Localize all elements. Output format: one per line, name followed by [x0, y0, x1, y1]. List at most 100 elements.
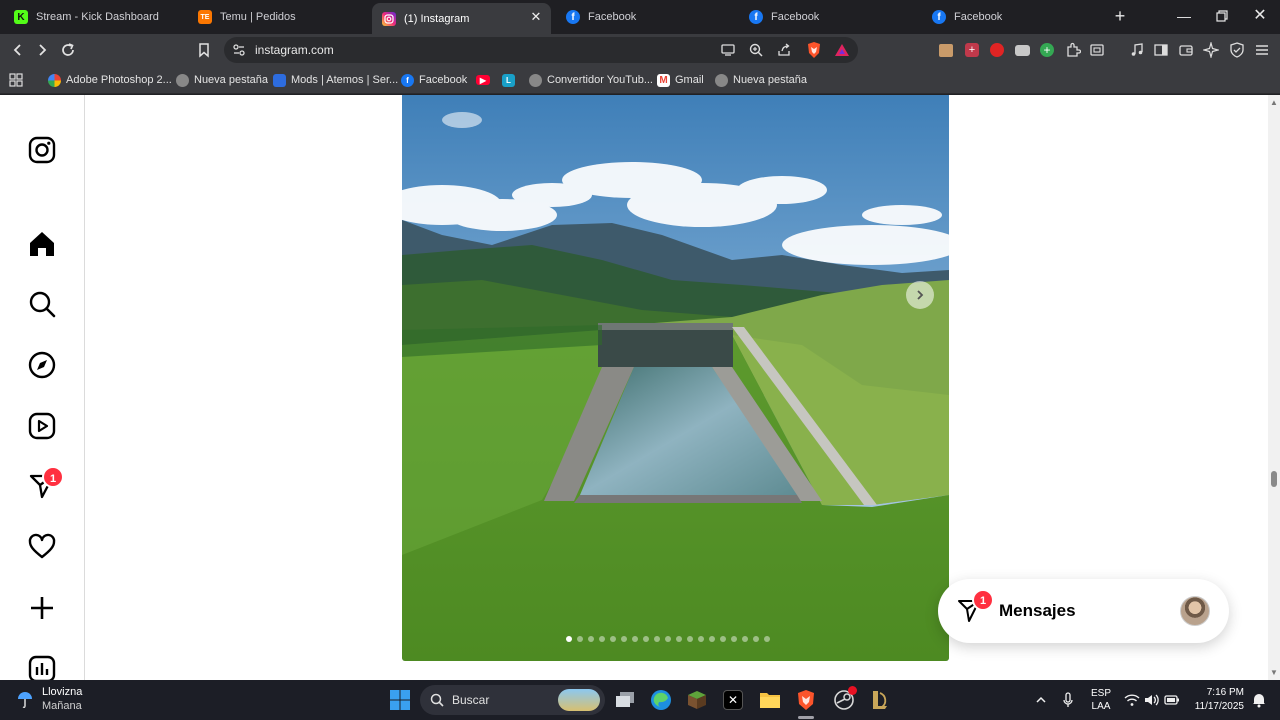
bookmark-photoshop[interactable]: Adobe Photoshop 2... [48, 72, 172, 88]
browser-toolbar: instagram.com + + [0, 34, 1280, 66]
carousel-dot [577, 636, 583, 642]
system-clock[interactable]: 7:16 PM 11/17/2025 [1188, 686, 1244, 714]
post-image[interactable] [402, 95, 949, 661]
page-scrollbar[interactable]: ▲ ▼ [1268, 95, 1280, 680]
media-icon[interactable] [1127, 40, 1147, 60]
messages-panel[interactable]: 1 Mensajes [938, 579, 1229, 643]
tab-temu[interactable]: TE Temu | Pedidos [188, 4, 368, 30]
scroll-thumb[interactable] [1271, 471, 1277, 487]
globe-icon [176, 73, 189, 87]
extension-glasses-icon[interactable] [1012, 40, 1032, 60]
screenshot-icon[interactable] [1087, 40, 1107, 60]
bookmark-new-tab[interactable]: Nueva pestaña [176, 72, 268, 88]
bookmark-l[interactable]: L [502, 72, 520, 88]
cast-icon[interactable] [720, 42, 736, 58]
weather-widget[interactable]: Llovizna Mañana [14, 685, 82, 713]
gmail-icon: M [657, 73, 670, 87]
carousel-next-button[interactable] [906, 281, 934, 309]
restore-button[interactable] [1211, 6, 1233, 26]
carousel-dot [643, 636, 649, 642]
bookmark-gmail[interactable]: M Gmail [657, 72, 704, 88]
instagram-logo-icon[interactable] [26, 134, 58, 166]
close-window-button[interactable]: ✕ [1249, 6, 1271, 26]
tab-facebook[interactable]: f Facebook [739, 4, 919, 30]
tab-instagram[interactable]: (1) Instagram ✕ [372, 3, 551, 34]
avatar[interactable] [1180, 596, 1210, 626]
messages-badge: 1 [972, 589, 994, 611]
back-icon[interactable] [8, 40, 28, 60]
bookmark-label: Nueva pestaña [733, 74, 807, 86]
zoom-icon[interactable] [748, 42, 764, 58]
file-explorer-icon[interactable] [756, 686, 784, 714]
scroll-up-icon[interactable]: ▲ [1269, 98, 1279, 108]
vpn-icon[interactable] [1227, 40, 1247, 60]
search-highlight-image [558, 689, 600, 711]
scroll-down-icon[interactable]: ▼ [1269, 668, 1279, 678]
address-bar[interactable]: instagram.com [224, 37, 858, 63]
tab-facebook[interactable]: f Facebook [556, 4, 736, 30]
google-icon [48, 73, 61, 87]
bookmark-facebook[interactable]: f Facebook [401, 72, 467, 88]
tab-label: Facebook [771, 11, 820, 23]
new-tab-button[interactable]: + [1110, 6, 1130, 26]
facebook-icon: f [401, 73, 414, 87]
taskbar-search[interactable]: Buscar [420, 685, 605, 715]
bookmark-new-tab[interactable]: Nueva pestaña [715, 72, 807, 88]
brave-browser-icon[interactable] [792, 686, 820, 719]
extension-green-plus-icon[interactable]: + [1037, 40, 1057, 60]
steam-icon[interactable] [830, 686, 858, 714]
bookmark-mods[interactable]: Mods | Atemos | Ser... [273, 72, 398, 88]
brave-rewards-icon[interactable] [834, 42, 850, 58]
bookmark-youtube-converter[interactable]: Convertidor YouTub... [529, 72, 653, 88]
kick-icon: K [14, 10, 28, 24]
reels-icon[interactable] [26, 410, 58, 442]
minimize-button[interactable]: — [1173, 6, 1195, 26]
notifications-icon[interactable] [1251, 680, 1267, 720]
volume-icon[interactable] [1144, 680, 1160, 720]
keyboard-layout: LAA [1091, 701, 1111, 712]
language-indicator[interactable]: ESP LAA [1088, 687, 1114, 713]
extension-record-icon[interactable] [987, 40, 1007, 60]
wallet-icon[interactable] [1176, 40, 1196, 60]
dashboard-icon[interactable] [26, 653, 58, 680]
tab-facebook[interactable]: f Facebook [922, 4, 1102, 30]
notification-badge: 1 [42, 466, 64, 488]
battery-icon[interactable] [1164, 680, 1180, 720]
capcut-icon[interactable]: ✕ [719, 686, 747, 714]
windows-start-icon[interactable] [386, 686, 414, 714]
extension-shop-icon[interactable] [936, 40, 956, 60]
heart-icon[interactable] [26, 531, 58, 563]
share-icon[interactable] [776, 42, 792, 58]
create-icon[interactable] [26, 592, 58, 624]
search-icon[interactable] [26, 288, 58, 320]
minecraft-icon[interactable] [683, 686, 711, 714]
brave-shields-icon[interactable] [806, 41, 822, 59]
leo-ai-icon[interactable] [1201, 40, 1221, 60]
reload-icon[interactable] [58, 40, 78, 60]
task-view-icon[interactable] [611, 686, 639, 714]
bookmark-youtube[interactable]: ▶ [476, 72, 495, 88]
home-icon[interactable] [26, 228, 58, 260]
bookmark-icon[interactable] [194, 40, 214, 60]
carousel-indicator [566, 636, 770, 644]
tab-kick[interactable]: K Stream - Kick Dashboard [4, 4, 184, 30]
site-info-icon[interactable] [232, 43, 246, 57]
menu-icon[interactable] [1252, 40, 1272, 60]
close-tab-icon[interactable]: ✕ [529, 10, 543, 24]
apps-icon[interactable] [9, 72, 23, 88]
edge-icon[interactable] [647, 686, 675, 714]
show-hidden-icons[interactable] [1034, 680, 1048, 720]
sidebar-icon[interactable] [1151, 40, 1171, 60]
extensions-icon[interactable] [1063, 40, 1083, 60]
explore-icon[interactable] [26, 349, 58, 381]
microphone-icon[interactable] [1061, 680, 1075, 720]
forward-icon[interactable] [32, 40, 52, 60]
wifi-icon[interactable] [1124, 680, 1140, 720]
mods-icon [273, 73, 286, 87]
extension-red-plus-icon[interactable]: + [962, 40, 982, 60]
league-client-icon[interactable] [866, 686, 894, 714]
weather-condition: Llovizna [42, 686, 83, 698]
carousel-dot [599, 636, 605, 642]
rain-icon [14, 688, 36, 710]
instagram-page: 1 1 Mensajes [0, 95, 1268, 680]
